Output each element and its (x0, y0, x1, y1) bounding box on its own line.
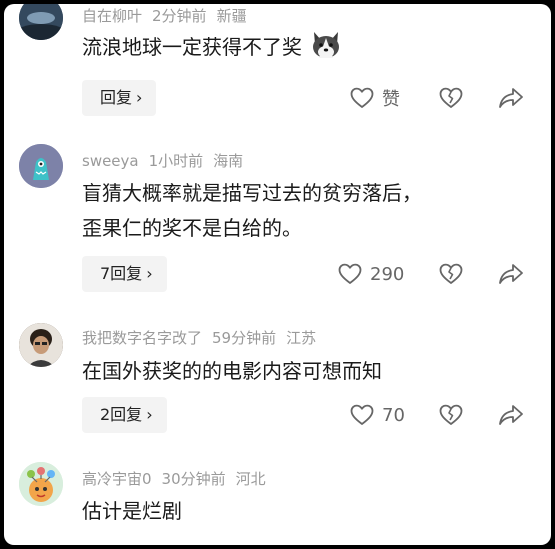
heart-icon (350, 87, 374, 108)
comment-text: 在国外获奖的的电影内容可想而知 (82, 354, 522, 389)
like-count: 70 (382, 404, 405, 426)
comment-time: 30分钟前 (161, 470, 226, 488)
dislike-button[interactable] (439, 83, 463, 113)
heart-icon (338, 263, 362, 284)
username[interactable]: 自在柳叶 (82, 7, 142, 25)
reply-button-label: 7回复 (100, 264, 143, 283)
like-count: 290 (370, 263, 405, 285)
comment-text: 流浪地球一定获得不了奖 (82, 30, 522, 71)
comment-meta: 我把数字名字改了 59分钟前 江苏 (82, 327, 326, 348)
comment-list: 自在柳叶 2分钟前 新疆 流浪地球一定获得不了奖 回复 › 赞 sweeya 1… (4, 4, 551, 545)
comment-text-line: 流浪地球一定获得不了奖 (82, 35, 302, 59)
share-button[interactable] (498, 83, 524, 113)
username[interactable]: sweeya (82, 152, 139, 170)
comment-time: 59分钟前 (212, 329, 277, 347)
comment-text-line: 估计是烂剧 (82, 499, 182, 523)
like-label: 赞 (382, 89, 400, 110)
avatar[interactable] (19, 323, 63, 367)
comment-location: 新疆 (216, 7, 247, 25)
chevron-right-icon: › (146, 264, 153, 283)
heart-icon (350, 404, 374, 425)
broken-heart-icon (439, 404, 463, 425)
like-button[interactable]: 赞 (350, 83, 400, 113)
chevron-right-icon: › (146, 405, 153, 424)
comment-text-line: 歪果仁的奖不是白给的。 (82, 216, 302, 240)
broken-heart-icon (439, 263, 463, 284)
avatar[interactable] (19, 144, 63, 188)
reply-button[interactable]: 7回复 › (82, 256, 167, 292)
like-button[interactable]: 70 (350, 400, 405, 430)
comment-time: 1小时前 (148, 152, 204, 170)
avatar[interactable] (19, 4, 63, 40)
username[interactable]: 高冷宇宙0 (82, 470, 152, 488)
comment-meta: 高冷宇宙0 30分钟前 河北 (82, 468, 276, 489)
share-button[interactable] (498, 259, 524, 289)
share-arrow-icon (499, 88, 523, 108)
reply-button-label: 2回复 (100, 405, 143, 424)
username[interactable]: 我把数字名字改了 (82, 329, 202, 347)
share-button[interactable] (498, 400, 524, 430)
avatar[interactable] (19, 462, 63, 506)
share-arrow-icon (499, 264, 523, 284)
chevron-right-icon: › (136, 88, 143, 107)
comment-text: 估计是烂剧 (82, 494, 522, 529)
comment-location: 河北 (235, 470, 266, 488)
comment-location: 江苏 (286, 329, 317, 347)
comment-text-line: 盲猜大概率就是描写过去的贫穷落后， (82, 181, 422, 205)
comment-location: 海南 (213, 152, 244, 170)
broken-heart-icon (439, 87, 463, 108)
comment-time: 2分钟前 (152, 7, 207, 25)
share-arrow-icon (499, 405, 523, 425)
husky-face-icon (310, 30, 342, 71)
reply-button[interactable]: 回复 › (82, 80, 157, 116)
comment-text-line: 在国外获奖的的电影内容可想而知 (82, 359, 382, 383)
comment-text: 盲猜大概率就是描写过去的贫穷落后， 歪果仁的奖不是白给的。 (82, 176, 522, 246)
reply-button[interactable]: 2回复 › (82, 397, 167, 433)
dislike-button[interactable] (439, 400, 463, 430)
dislike-button[interactable] (439, 259, 463, 289)
reply-button-label: 回复 (100, 88, 133, 107)
comment-meta: sweeya 1小时前 海南 (82, 150, 253, 171)
comment-meta: 自在柳叶 2分钟前 新疆 (82, 5, 257, 26)
like-button[interactable]: 290 (338, 259, 404, 289)
